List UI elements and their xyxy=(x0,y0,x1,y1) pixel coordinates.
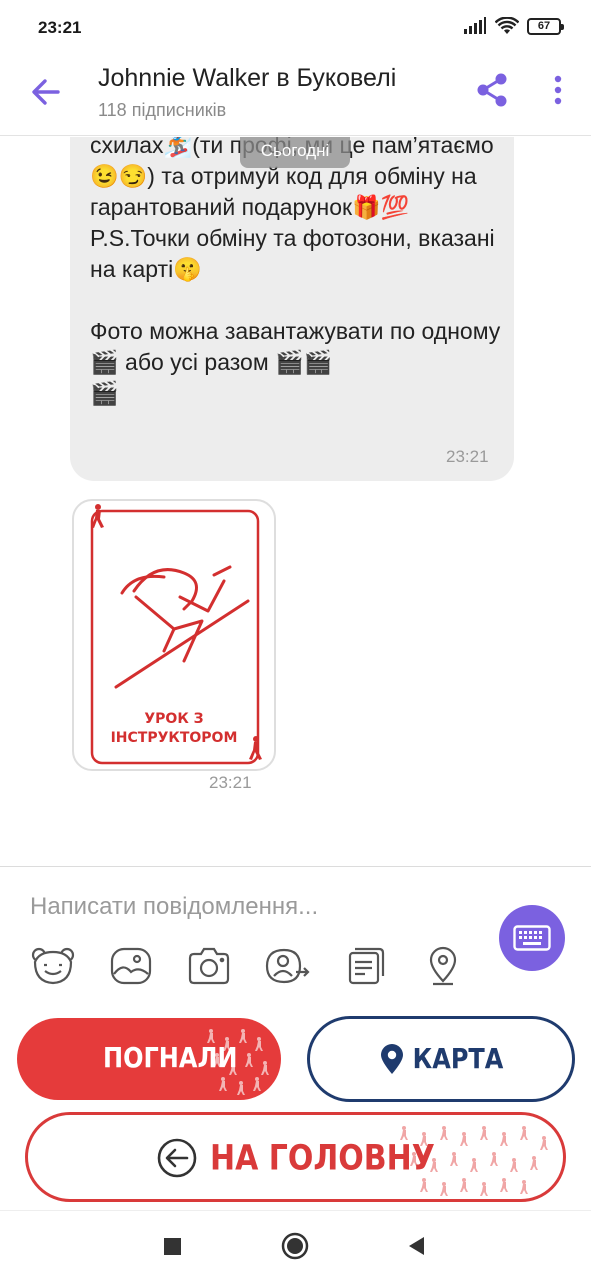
sticker-message[interactable]: УРОК З ІНСТРУКТОРОМ xyxy=(72,499,276,771)
bot-keyboard: ПОГНАЛИ КАРТА НА ГОЛОВНУ xyxy=(0,1006,591,1210)
karta-label: КАРТА xyxy=(412,1042,504,1076)
skier-illustration xyxy=(114,565,250,689)
battery-icon: 67 xyxy=(527,17,564,35)
back-arrow-icon[interactable] xyxy=(26,72,66,112)
share-icon[interactable] xyxy=(474,72,510,108)
recents-square-icon[interactable] xyxy=(158,1231,188,1261)
keyboard-toggle-button[interactable] xyxy=(499,905,565,971)
message-time: 23:21 xyxy=(446,447,489,466)
back-circle-arrow-icon xyxy=(157,1138,197,1178)
karta-button[interactable]: КАРТА xyxy=(307,1016,575,1102)
battery-level: 67 xyxy=(537,20,551,32)
striding-man-logo xyxy=(249,736,262,760)
message-input[interactable] xyxy=(30,889,460,925)
sticker-bear-icon[interactable] xyxy=(30,943,76,989)
wifi-icon xyxy=(495,17,519,34)
camera-icon[interactable] xyxy=(186,943,232,989)
composer xyxy=(0,866,591,1006)
gallery-icon[interactable] xyxy=(108,943,154,989)
sticker-card-image: УРОК З ІНСТРУКТОРОМ xyxy=(90,504,262,765)
pognaly-button[interactable]: ПОГНАЛИ xyxy=(17,1018,281,1100)
back-triangle-icon[interactable] xyxy=(402,1231,432,1261)
app-header: Johnnie Walker в Буковелі 118 підписникі… xyxy=(0,56,591,136)
system-nav-bar xyxy=(0,1210,591,1280)
more-vert-icon[interactable] xyxy=(546,72,570,108)
sticker-time: 23:21 xyxy=(209,773,252,792)
channel-title[interactable]: Johnnie Walker в Буковелі xyxy=(98,64,438,93)
message-text: схилах🏂(ти профі, ми це пам’ятаємо😉😏) та… xyxy=(90,137,501,406)
chat-area[interactable]: схилах🏂(ти профі, ми це пам’ятаємо😉😏) та… xyxy=(0,137,591,865)
signal-icon xyxy=(464,17,486,34)
keyboard-icon xyxy=(513,925,551,951)
home-circle-icon[interactable] xyxy=(280,1231,310,1261)
sticker-caption-line1: УРОК З xyxy=(144,711,203,727)
subscriber-count: 118 підписників xyxy=(98,100,227,120)
status-bar: 23:21 67 xyxy=(0,0,591,56)
home-label: НА ГОЛОВНУ xyxy=(210,1138,435,1179)
share-contact-icon[interactable] xyxy=(264,943,310,989)
status-icons: 67 xyxy=(463,17,564,35)
date-chip: Сьогодні xyxy=(240,137,350,168)
notes-icon[interactable] xyxy=(342,943,388,989)
home-button[interactable]: НА ГОЛОВНУ xyxy=(25,1112,566,1202)
status-time: 23:21 xyxy=(38,18,82,37)
map-pin-icon xyxy=(380,1044,403,1074)
sticker-caption-line2: ІНСТРУКТОРОМ xyxy=(111,730,238,746)
location-pin-icon[interactable] xyxy=(420,943,466,989)
pognaly-label: ПОГНАЛИ xyxy=(103,1041,238,1075)
